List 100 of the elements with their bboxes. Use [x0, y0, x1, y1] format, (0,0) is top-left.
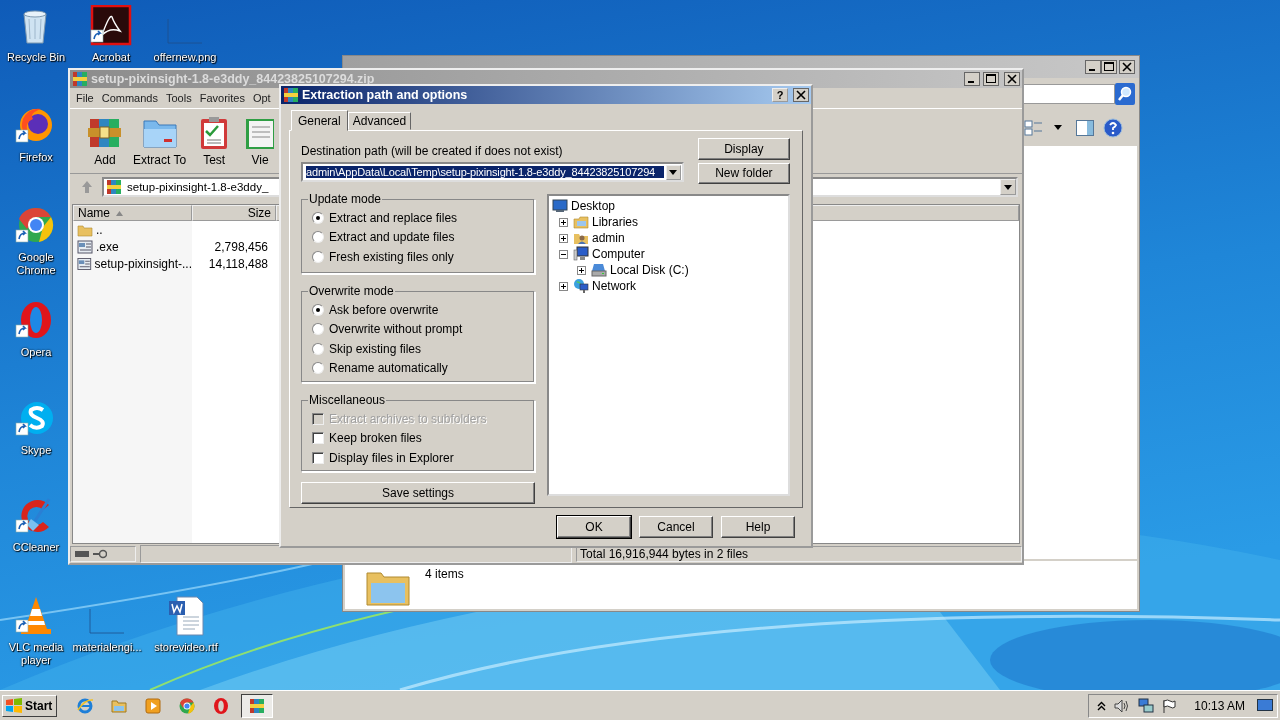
option-label[interactable]: Extract and update files [329, 230, 455, 245]
help-button[interactable]: ? [772, 88, 788, 102]
desktop-icon-label[interactable]: Opera [20, 346, 52, 359]
windows-logo-icon [5, 697, 23, 714]
play-icon [144, 696, 163, 715]
option-label[interactable]: Keep broken files [329, 431, 422, 446]
file-name[interactable]: .. [96, 222, 103, 237]
expand-icon[interactable] [559, 281, 568, 291]
radio-button[interactable] [312, 303, 324, 316]
tab[interactable]: Advanced [347, 112, 412, 130]
dialog-button[interactable]: Cancel [639, 516, 713, 538]
dialog-title: Extraction path and options [302, 88, 468, 102]
desktop-icon-label[interactable]: offernew.png [153, 51, 217, 64]
close-icon[interactable] [1119, 60, 1135, 74]
dialog-button[interactable]: Display [697, 138, 790, 160]
close-icon[interactable] [1004, 72, 1020, 86]
document-app-icon[interactable] [90, 5, 132, 47]
search-icon[interactable] [1115, 83, 1135, 105]
drive-icon [75, 550, 89, 558]
close-icon[interactable] [793, 88, 809, 102]
folder-tree[interactable]: Desktop Libraries admin Computer Local Disk (C:) Network [547, 194, 790, 496]
option-label[interactable]: Skip existing files [329, 341, 422, 356]
menu-item[interactable]: File [76, 92, 94, 104]
tab[interactable]: General [291, 110, 348, 131]
desktop-icon-label[interactable]: Recycle Bin [6, 51, 66, 64]
file-name[interactable]: setup-pixinsight-... [94, 256, 192, 271]
collapse-icon[interactable] [559, 249, 568, 259]
taskbar-button[interactable] [241, 693, 274, 718]
tree-item[interactable]: Libraries [592, 215, 639, 229]
radio-button[interactable] [312, 250, 324, 263]
tree-item[interactable]: Local Disk (C:) [610, 263, 689, 277]
help-icon[interactable] [1103, 118, 1123, 138]
path-field[interactable]: admin\AppData\Local\Temp\setup-pixinsight-1.8-e3ddy_84423825107294 [301, 162, 684, 182]
checkbox[interactable] [312, 432, 324, 445]
maximize-icon[interactable] [1101, 60, 1117, 74]
desktop-icon-label[interactable]: Firefox [19, 151, 53, 164]
radio-button[interactable] [312, 362, 324, 375]
radio-button[interactable] [312, 211, 324, 224]
desktop-icon-label[interactable]: Google Chrome [0, 251, 72, 277]
flag-icon[interactable] [1162, 698, 1177, 713]
desktop-icon-label[interactable]: Acrobat [92, 51, 130, 64]
tree-item[interactable]: admin [592, 231, 625, 245]
toolbar-button[interactable]: Add [84, 115, 126, 167]
show-hidden-icons-icon[interactable] [1097, 700, 1107, 711]
menu-item[interactable]: Favorites [199, 92, 245, 104]
expand-icon[interactable] [559, 217, 568, 227]
file-size: 2,798,456 [214, 239, 268, 254]
archive-icon [248, 696, 267, 715]
desktop-icon-label[interactable]: Skype [20, 444, 52, 457]
save-settings-button[interactable]: Save settings [301, 482, 535, 504]
group-title: Overwrite mode [308, 284, 395, 298]
dropdown-arrow-icon[interactable] [669, 169, 678, 175]
tree-item[interactable]: Network [592, 279, 636, 293]
expand-icon[interactable] [577, 265, 586, 275]
file-name[interactable]: .exe [96, 239, 119, 254]
option-label[interactable]: Fresh existing files only [329, 249, 454, 264]
toolbar-button[interactable]: Test [193, 115, 236, 167]
dialog-button[interactable]: Help [721, 516, 795, 538]
network-icon[interactable] [1138, 697, 1155, 714]
checkbox[interactable] [312, 451, 324, 464]
library-folder-icon [573, 214, 589, 230]
view-options-icon[interactable] [1024, 120, 1044, 136]
preview-pane-icon[interactable] [1076, 120, 1094, 136]
start-button[interactable]: Start [2, 694, 58, 717]
radio-button[interactable] [312, 231, 324, 244]
show-desktop-icon[interactable] [1257, 698, 1273, 713]
key-icon [93, 549, 107, 559]
radio-button[interactable] [312, 342, 324, 355]
toolbar-button[interactable]: Extract To [130, 115, 190, 167]
tree-item[interactable]: Computer [592, 247, 645, 261]
group-title: Update mode [308, 192, 383, 206]
dropdown-arrow-icon[interactable] [1004, 184, 1012, 190]
menu-item[interactable]: Tools [166, 92, 192, 104]
expand-icon[interactable] [559, 233, 568, 243]
dropdown-arrow-icon[interactable] [1054, 125, 1062, 131]
option-label[interactable]: Ask before overwrite [329, 302, 439, 317]
browser-icon [76, 696, 95, 715]
option-label[interactable]: Overwrite without prompt [329, 322, 463, 337]
option-label[interactable]: Rename automatically [329, 361, 448, 376]
search-field[interactable] [1023, 84, 1115, 104]
menu-item[interactable]: Commands [101, 92, 158, 104]
tree-item[interactable]: Desktop [571, 199, 616, 213]
column-header[interactable]: Name [73, 205, 192, 221]
dialog-button[interactable]: OK [557, 516, 631, 538]
option-label[interactable]: Display files in Explorer [329, 450, 454, 465]
dialog-button[interactable]: New folder [697, 162, 790, 184]
computer-icon [573, 246, 589, 262]
drive-icon [591, 262, 607, 278]
maximize-icon[interactable] [983, 72, 999, 86]
option-label[interactable]: Extract and replace files [329, 210, 458, 225]
minimize-icon[interactable] [964, 72, 980, 86]
desktop-icon-label[interactable]: CCleaner [12, 541, 60, 554]
speaker-icon[interactable] [1114, 698, 1131, 713]
menu-item[interactable]: Opt [252, 92, 271, 104]
status-text: Total 16,916,944 bytes in 2 files [580, 547, 749, 561]
minimize-icon[interactable] [1085, 60, 1101, 74]
file-icon [77, 255, 92, 272]
browser-icon [212, 696, 231, 715]
radio-button[interactable] [312, 323, 324, 336]
column-header[interactable]: Size [192, 205, 276, 221]
